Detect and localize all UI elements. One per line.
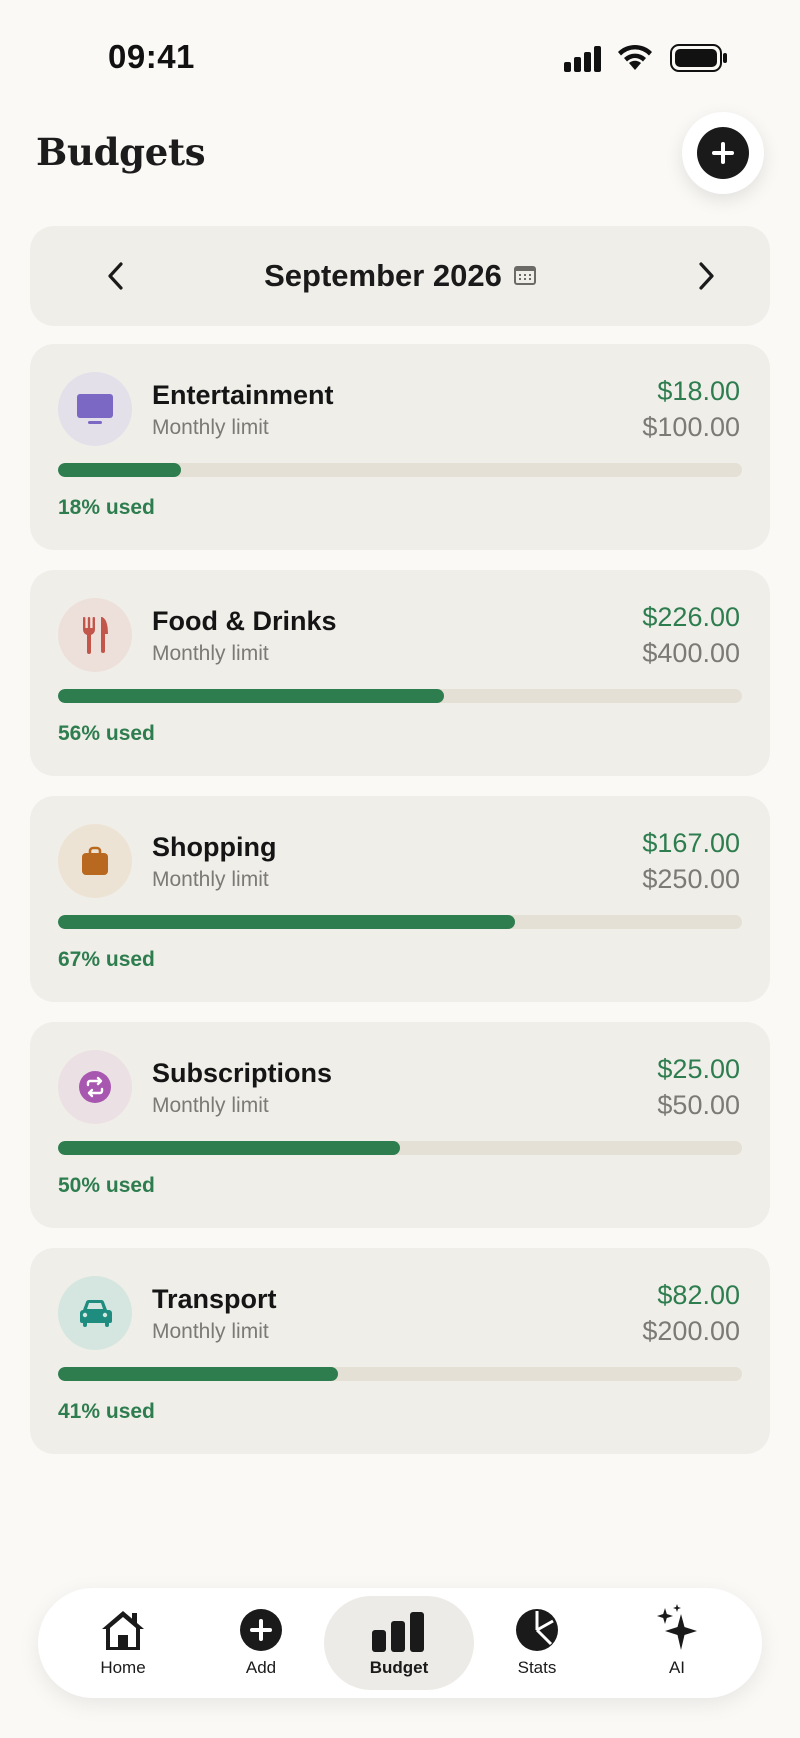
budget-subtitle: Monthly limit: [152, 868, 269, 891]
budget-limit: $100.00: [642, 412, 740, 442]
budget-limit: $200.00: [642, 1316, 740, 1346]
pie-chart-icon: [515, 1602, 559, 1652]
tab-add[interactable]: Add: [186, 1596, 336, 1690]
budget-subtitle: Monthly limit: [152, 642, 269, 665]
add-budget-button[interactable]: [682, 112, 764, 194]
tab-label: Budget: [369, 1658, 429, 1677]
month-text: September 2026: [264, 258, 502, 293]
budget-spent: $226.00: [642, 602, 740, 632]
budget-limit: $400.00: [642, 638, 740, 668]
progress-bar: [58, 1367, 742, 1381]
budget-card-entertainment[interactable]: Entertainment Monthly limit $18.00 $100.…: [30, 344, 770, 550]
page-title: Budgets: [36, 130, 206, 174]
budget-name: Food & Drinks: [152, 606, 337, 636]
shopping-bag-icon: [58, 824, 132, 898]
budget-name: Subscriptions: [152, 1058, 333, 1088]
budget-used-label: 56% used: [58, 722, 155, 745]
budget-used-label: 41% used: [58, 1400, 155, 1423]
plus-icon: [697, 127, 749, 179]
next-month-button[interactable]: [682, 252, 730, 300]
budget-card-shopping[interactable]: Shopping Monthly limit $167.00 $250.00 6…: [30, 796, 770, 1002]
month-label[interactable]: September 2026: [30, 258, 770, 294]
progress-fill: [58, 1141, 400, 1155]
budget-name: Transport: [152, 1284, 277, 1314]
month-selector: September 2026: [30, 226, 770, 326]
car-icon: [58, 1276, 132, 1350]
tab-label: Add: [245, 1658, 277, 1677]
budget-spent: $25.00: [657, 1054, 740, 1084]
budget-list: Entertainment Monthly limit $18.00 $100.…: [30, 344, 770, 1474]
budget-subtitle: Monthly limit: [152, 1320, 269, 1343]
budget-used-label: 67% used: [58, 948, 155, 971]
tab-stats[interactable]: Stats: [462, 1596, 612, 1690]
add-circle-icon: [239, 1602, 283, 1652]
budget-subtitle: Monthly limit: [152, 416, 269, 439]
budget-card-food-drinks[interactable]: Food & Drinks Monthly limit $226.00 $400…: [30, 570, 770, 776]
progress-fill: [58, 689, 445, 703]
tab-bar: Home Add Budget Stats AI: [38, 1588, 762, 1698]
progress-bar: [58, 689, 742, 703]
status-time: 09:41: [108, 38, 195, 75]
progress-fill: [58, 915, 515, 929]
budget-subtitle: Monthly limit: [152, 1094, 269, 1117]
budget-limit: $50.00: [657, 1090, 740, 1120]
fork-knife-icon: [58, 598, 132, 672]
tv-icon: [58, 372, 132, 446]
progress-bar: [58, 463, 742, 477]
bar-chart-icon: [372, 1602, 426, 1652]
status-bar: 09:41: [0, 0, 800, 112]
home-icon: [99, 1602, 147, 1652]
progress-bar: [58, 1141, 742, 1155]
tab-label: Stats: [517, 1658, 557, 1677]
repeat-icon: [58, 1050, 132, 1124]
budget-spent: $167.00: [642, 828, 740, 858]
budget-used-label: 18% used: [58, 496, 155, 519]
budget-spent: $18.00: [657, 376, 740, 406]
tab-label: Home: [100, 1658, 146, 1677]
progress-fill: [58, 463, 182, 477]
budget-limit: $250.00: [642, 864, 740, 894]
budget-name: Entertainment: [152, 380, 334, 410]
chevron-right-icon: [699, 262, 714, 290]
budget-used-label: 50% used: [58, 1174, 155, 1197]
calendar-icon: [513, 257, 536, 293]
tab-home[interactable]: Home: [48, 1596, 198, 1690]
battery-icon: [670, 44, 727, 72]
signal-icon: [564, 46, 601, 72]
tab-budget[interactable]: Budget: [324, 1596, 474, 1690]
progress-fill: [58, 1367, 339, 1381]
progress-bar: [58, 915, 742, 929]
budget-spent: $82.00: [657, 1280, 740, 1310]
budget-card-transport[interactable]: Transport Monthly limit $82.00 $200.00 4…: [30, 1248, 770, 1454]
tab-label: AI: [668, 1658, 686, 1677]
budget-name: Shopping: [152, 832, 277, 862]
wifi-icon: [618, 44, 652, 70]
sparkles-icon: [655, 1602, 699, 1652]
tab-ai[interactable]: AI: [602, 1596, 752, 1690]
budget-card-subscriptions[interactable]: Subscriptions Monthly limit $25.00 $50.0…: [30, 1022, 770, 1228]
